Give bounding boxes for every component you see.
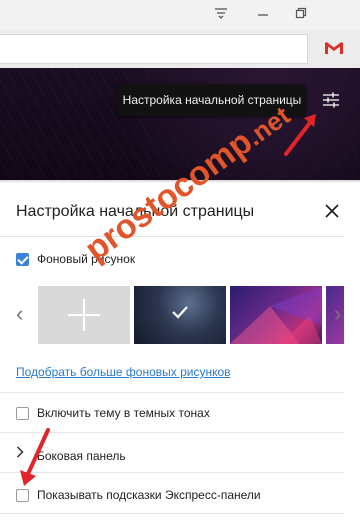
add-background-thumbnail[interactable]: [38, 286, 130, 344]
more-backgrounds-link[interactable]: Подобрать больше фоновых рисунков: [16, 365, 231, 379]
sliders-icon[interactable]: [320, 90, 342, 110]
background-thumbnail[interactable]: [230, 286, 322, 344]
dark-theme-label: Включить тему в темных тонах: [37, 406, 210, 420]
address-bar-area: [0, 30, 360, 68]
window-title-bar: [0, 0, 360, 30]
menu-icon[interactable]: [210, 4, 232, 26]
restore-icon[interactable]: [290, 4, 312, 26]
hints-label: Показывать подсказки Экспресс-панели: [37, 488, 261, 502]
check-icon: [172, 306, 188, 319]
close-icon[interactable]: [322, 202, 342, 222]
red-arrow-annotation: [18, 426, 54, 493]
background-thumbnail-selected[interactable]: [134, 286, 226, 344]
dark-theme-checkbox[interactable]: [16, 407, 29, 420]
divider: [0, 236, 344, 237]
minimize-icon[interactable]: [252, 4, 274, 26]
chevron-right-icon[interactable]: ›: [334, 300, 341, 328]
background-checkbox[interactable]: [16, 253, 29, 266]
gmail-icon[interactable]: [322, 38, 346, 60]
url-input[interactable]: [0, 34, 308, 64]
start-page-settings-panel: [0, 180, 360, 530]
divider: [0, 392, 344, 393]
chevron-left-icon[interactable]: ‹: [16, 300, 23, 328]
divider: [0, 513, 344, 514]
